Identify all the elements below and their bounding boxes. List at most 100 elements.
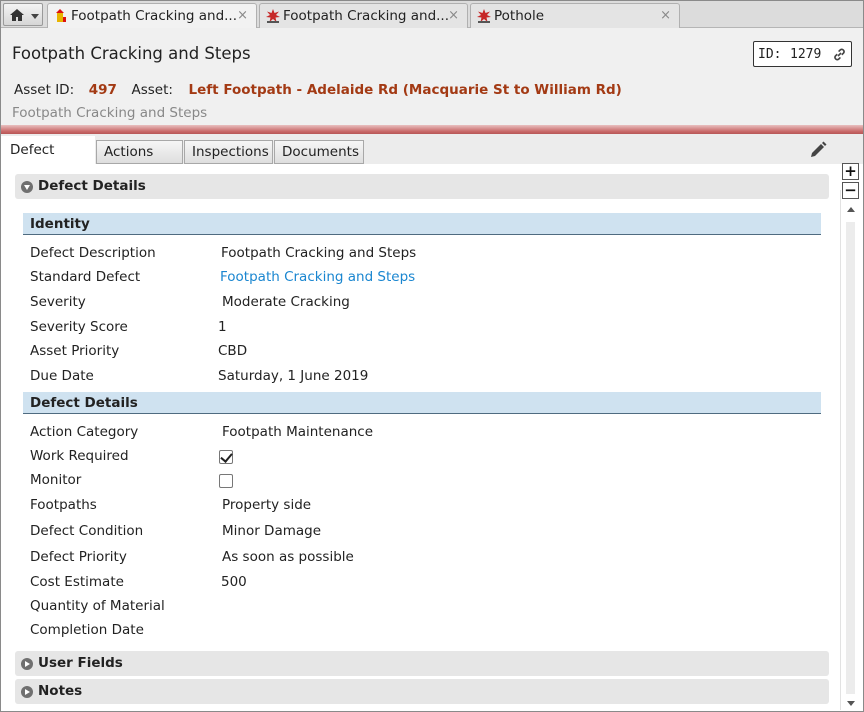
zoom-in-button[interactable]: +	[842, 163, 859, 180]
home-icon	[10, 9, 24, 21]
asset-defect-icon	[56, 9, 66, 22]
defect-burst-icon	[266, 9, 280, 23]
tab-label: Defect	[10, 142, 55, 158]
group-title: Defect Details	[30, 395, 138, 411]
tab-actions[interactable]: Actions	[96, 140, 183, 164]
asset-line: Asset ID: 497 Asset: Left Footpath - Ade…	[14, 82, 622, 98]
record-header: Footpath Cracking and Steps ID: 1279 Ass…	[1, 28, 863, 134]
app-window: Footpath Cracking and... × Footpath Crac…	[0, 0, 864, 712]
field-value: 500	[221, 574, 247, 590]
field-defect-priority: Defect Priority As soon as possible	[30, 549, 820, 569]
field-defect-description: Defect Description Footpath Cracking and…	[30, 245, 820, 265]
field-value: Minor Damage	[222, 523, 322, 539]
field-label: Asset Priority	[30, 343, 120, 359]
field-label: Action Category	[30, 424, 139, 440]
pencil-icon[interactable]	[808, 140, 828, 160]
vertical-scrollbar[interactable]	[840, 190, 860, 710]
scroll-down-arrow-icon[interactable]	[847, 701, 855, 706]
field-standard-defect: Standard Defect Footpath Cracking and St…	[30, 269, 820, 289]
field-label: Work Required	[30, 448, 129, 464]
field-label: Defect Condition	[30, 523, 144, 539]
scrollbar-thumb[interactable]	[846, 222, 855, 694]
field-quantity-of-material: Quantity of Material	[30, 598, 820, 618]
tab-label: Inspections	[192, 144, 269, 160]
window-tab-label: Footpath Cracking and...	[71, 8, 238, 24]
field-value: As soon as possible	[222, 549, 354, 565]
collapse-icon[interactable]	[21, 181, 33, 193]
defect-burst-icon	[477, 9, 491, 23]
header-divider	[1, 125, 863, 134]
section-user-fields[interactable]: User Fields	[15, 651, 829, 676]
field-label: Defect Description	[30, 245, 156, 261]
section-notes[interactable]: Notes	[15, 679, 829, 704]
tab-documents[interactable]: Documents	[274, 140, 364, 164]
field-label: Severity	[30, 294, 86, 310]
home-menu-button[interactable]	[3, 3, 43, 26]
detail-tab-bar: Defect Actions Inspections Documents	[1, 134, 863, 164]
window-tab-pothole[interactable]: Pothole ×	[470, 3, 680, 28]
field-action-category: Action Category Footpath Maintenance	[30, 424, 820, 444]
field-label: Completion Date	[30, 622, 144, 638]
field-asset-priority: Asset Priority CBD	[30, 343, 820, 363]
field-cost-estimate: Cost Estimate 500	[30, 574, 820, 594]
window-tab-label: Pothole	[494, 8, 545, 24]
standard-defect-link[interactable]: Footpath Cracking and Steps	[220, 269, 415, 285]
tab-label: Actions	[104, 144, 154, 160]
work-required-checkbox[interactable]	[219, 450, 233, 464]
field-defect-condition: Defect Condition Minor Damage	[30, 523, 820, 543]
window-tab-footpath-cracking-active[interactable]: Footpath Cracking and... ×	[47, 3, 257, 29]
field-value: Footpath Cracking and Steps	[221, 245, 417, 261]
field-footpaths: Footpaths Property side	[30, 497, 820, 517]
field-value: Property side	[222, 497, 312, 513]
group-defect-details-header: Defect Details	[23, 392, 821, 414]
field-work-required: Work Required	[30, 448, 820, 468]
tab-defect[interactable]: Defect	[1, 136, 95, 164]
section-defect-details[interactable]: Defect Details	[15, 174, 829, 199]
id-value: 1279	[790, 47, 822, 62]
field-label: Cost Estimate	[30, 574, 124, 590]
group-identity-header: Identity	[23, 213, 821, 235]
asset-name-link[interactable]: Left Footpath - Adelaide Rd (Macquarie S…	[189, 82, 622, 98]
field-label: Severity Score	[30, 319, 128, 335]
group-title: Identity	[30, 216, 90, 232]
field-severity-score: Severity Score 1	[30, 319, 820, 339]
monitor-checkbox[interactable]	[219, 474, 233, 488]
window-tab-label: Footpath Cracking and...	[283, 8, 450, 24]
field-label: Defect Priority	[30, 549, 127, 565]
field-label: Footpaths	[30, 497, 97, 513]
field-label: Quantity of Material	[30, 598, 165, 614]
scroll-up-arrow-icon[interactable]	[847, 207, 855, 212]
field-value: 1	[218, 319, 227, 335]
field-severity: Severity Moderate Cracking	[30, 294, 820, 314]
field-label: Standard Defect	[30, 269, 141, 285]
link-icon[interactable]	[832, 47, 847, 62]
close-icon[interactable]: ×	[660, 8, 671, 23]
defect-form: + − Defect Details Identity Defect Descr…	[1, 163, 863, 711]
window-tab-strip: Footpath Cracking and... × Footpath Crac…	[1, 1, 863, 29]
close-icon[interactable]: ×	[237, 8, 248, 23]
id-label: ID:	[758, 47, 782, 62]
chevron-down-icon	[31, 14, 39, 19]
section-title: Defect Details	[38, 178, 146, 194]
section-title: Notes	[38, 683, 83, 699]
field-completion-date: Completion Date	[30, 622, 820, 642]
tab-inspections[interactable]: Inspections	[184, 140, 273, 164]
page-subtitle: Footpath Cracking and Steps	[12, 105, 208, 121]
field-label: Due Date	[30, 368, 94, 384]
asset-id-value[interactable]: 497	[89, 82, 117, 98]
asset-id-label: Asset ID:	[14, 82, 75, 98]
tab-label: Documents	[282, 144, 359, 160]
field-label: Monitor	[30, 472, 82, 488]
section-title: User Fields	[38, 655, 123, 671]
close-icon[interactable]: ×	[448, 8, 459, 23]
field-value: Footpath Maintenance	[222, 424, 374, 440]
asset-label: Asset:	[131, 82, 173, 98]
page-title: Footpath Cracking and Steps	[12, 44, 251, 63]
field-value: Moderate Cracking	[222, 294, 350, 310]
field-value: Saturday, 1 June 2019	[218, 368, 369, 384]
window-tab-footpath-cracking[interactable]: Footpath Cracking and... ×	[259, 3, 468, 28]
record-id-box[interactable]: ID: 1279	[753, 41, 852, 67]
expand-icon[interactable]	[21, 686, 33, 698]
field-monitor: Monitor	[30, 472, 820, 492]
expand-icon[interactable]	[21, 658, 33, 670]
